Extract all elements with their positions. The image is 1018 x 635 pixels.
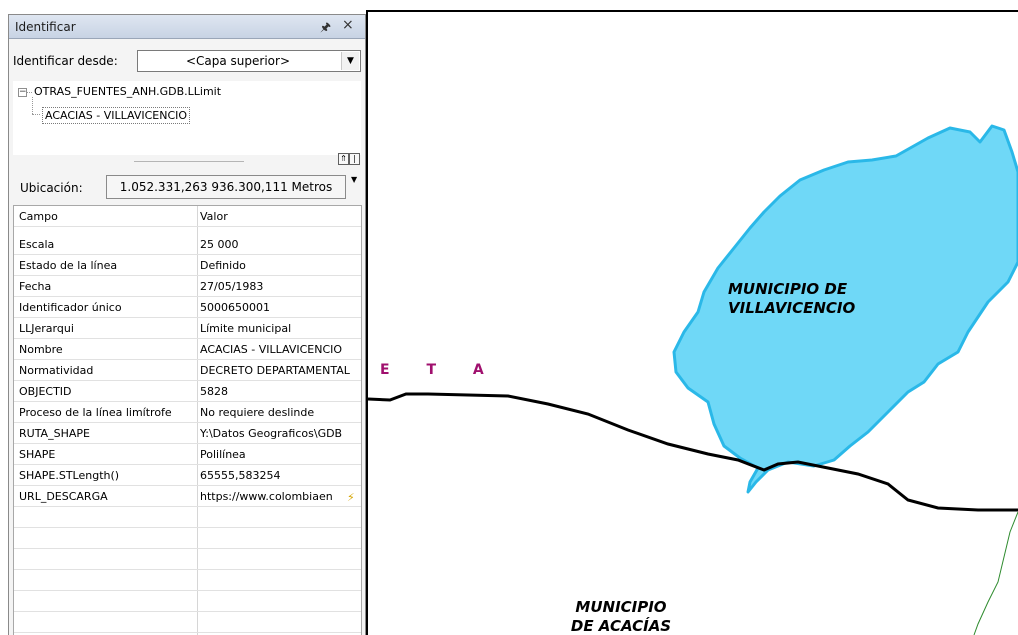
attributes-grid: Campo Valor Escala 25 000 Estado de la lí… [13, 205, 362, 635]
villavicencio-label-line1: MUNICIPIO DE [728, 280, 848, 298]
field-name: LLJerarqui [19, 322, 74, 335]
close-icon[interactable]: × [342, 17, 354, 33]
map-canvas[interactable] [367, 12, 1018, 635]
field-value: ACACIAS - VILLAVICENCIO [200, 343, 343, 356]
table-row[interactable]: Fecha 27/05/1983 [14, 276, 361, 297]
field-value: https://www.colombiaen [200, 490, 333, 503]
field-name: Proceso de la línea limítrofe [19, 406, 172, 419]
field-name: Fecha [19, 280, 52, 293]
split-view-icon[interactable]: | [349, 153, 360, 165]
results-tree: − OTRAS_FUENTES_ANH.GDB.LLimit ACACIAS -… [13, 81, 361, 155]
table-row-empty [14, 570, 361, 591]
field-value: Y:\Datos Geograficos\GDB [200, 427, 343, 440]
field-name: Normatividad [19, 364, 94, 377]
table-row[interactable]: Nombre ACACIAS - VILLAVICENCIO [14, 339, 361, 360]
field-value: 27/05/1983 [200, 280, 264, 293]
field-value: 25 000 [200, 238, 239, 251]
field-name: URL_DESCARGA [19, 490, 108, 503]
acacias-label-line2: DE ACACÍAS [570, 617, 672, 635]
river-line [973, 511, 1018, 635]
field-value: Polilínea [200, 448, 246, 461]
field-value: 5828 [200, 385, 228, 398]
field-name: SHAPE.STLength() [19, 469, 120, 482]
table-row[interactable]: Identificador único 5000650001 [14, 297, 361, 318]
header-field[interactable]: Campo [19, 210, 58, 223]
chevron-down-icon[interactable]: ▼ [341, 52, 359, 70]
table-row[interactable]: LLJerarqui Límite municipal [14, 318, 361, 339]
tree-connector [32, 114, 40, 115]
field-name: SHAPE [19, 448, 56, 461]
table-row[interactable]: OBJECTID 5828 [14, 381, 361, 402]
field-name: Nombre [19, 343, 63, 356]
field-name: Escala [19, 238, 55, 251]
grid-header: Campo Valor [14, 206, 361, 227]
identify-from-value: <Capa superior> [185, 54, 291, 68]
table-row-empty [14, 591, 361, 612]
map-view[interactable]: MUNICIPIO DE VILLAVICENCIO MUNICIPIO DE … [367, 12, 1018, 635]
table-row-empty [14, 507, 361, 528]
tree-layer-node[interactable]: OTRAS_FUENTES_ANH.GDB.LLimit [34, 85, 221, 98]
villavicencio-label-line2: VILLAVICENCIO [728, 299, 856, 317]
field-name: OBJECTID [19, 385, 72, 398]
panel-title: Identificar [15, 20, 76, 34]
table-row-empty [14, 549, 361, 570]
splitter-buttons: ⇑ | [338, 153, 360, 165]
field-value: 5000650001 [200, 301, 270, 314]
villavicencio-label: MUNICIPIO DE VILLAVICENCIO [728, 280, 855, 318]
table-row-empty [14, 612, 361, 633]
pin-icon[interactable]: 🖈︎ [320, 18, 331, 39]
table-row[interactable]: RUTA_SHAPE Y:\Datos Geograficos\GDB [14, 423, 361, 444]
panel-title-bar[interactable]: Identificar 🖈︎ × [9, 15, 365, 39]
acacias-label: MUNICIPIO DE ACACÍAS [566, 598, 676, 635]
field-value: Límite municipal [200, 322, 292, 335]
meta-label: E T A [380, 362, 500, 378]
table-row[interactable]: URL_DESCARGA https://www.colombiaen ⚡ [14, 486, 361, 507]
location-label: Ubicación: [20, 181, 83, 195]
expand-up-icon[interactable]: ⇑ [338, 153, 349, 165]
field-name: RUTA_SHAPE [19, 427, 90, 440]
field-value: DECRETO DEPARTAMENTAL [200, 364, 350, 377]
tree-feature-node[interactable]: ACACIAS - VILLAVICENCIO [42, 107, 191, 124]
table-row[interactable]: SHAPE.STLength() 65555,583254 [14, 465, 361, 486]
field-value: 65555,583254 [200, 469, 281, 482]
field-name: Estado de la línea [19, 259, 118, 272]
field-value: No requiere deslinde [200, 406, 315, 419]
table-row[interactable]: SHAPE Polilínea [14, 444, 361, 465]
identify-panel: Identificar 🖈︎ × Identificar desde: <Cap… [8, 14, 366, 635]
header-value[interactable]: Valor [200, 210, 358, 223]
panel-splitter[interactable] [134, 161, 244, 162]
table-row-empty [14, 528, 361, 549]
municipal-boundary-line[interactable] [367, 392, 1018, 512]
location-menu-icon[interactable]: ▼ [351, 175, 357, 184]
identify-from-label: Identificar desde: [13, 54, 118, 68]
tree-connector [32, 97, 33, 114]
field-name: Identificador único [19, 301, 122, 314]
lightning-icon[interactable]: ⚡ [347, 491, 355, 504]
collapse-icon[interactable]: − [18, 88, 27, 97]
table-row[interactable]: Normatividad DECRETO DEPARTAMENTAL [14, 360, 361, 381]
identify-from-dropdown[interactable]: <Capa superior> ▼ [137, 50, 361, 72]
acacias-label-line1: MUNICIPIO [575, 598, 667, 616]
table-row[interactable]: Escala 25 000 [14, 234, 361, 255]
tree-connector [27, 92, 32, 93]
table-row[interactable]: Estado de la línea Definido [14, 255, 361, 276]
table-row[interactable]: Proceso de la línea limítrofe No requiere… [14, 402, 361, 423]
field-value: Definido [200, 259, 246, 272]
location-value: 1.052.331,263 936.300,111 Metros [106, 175, 346, 199]
